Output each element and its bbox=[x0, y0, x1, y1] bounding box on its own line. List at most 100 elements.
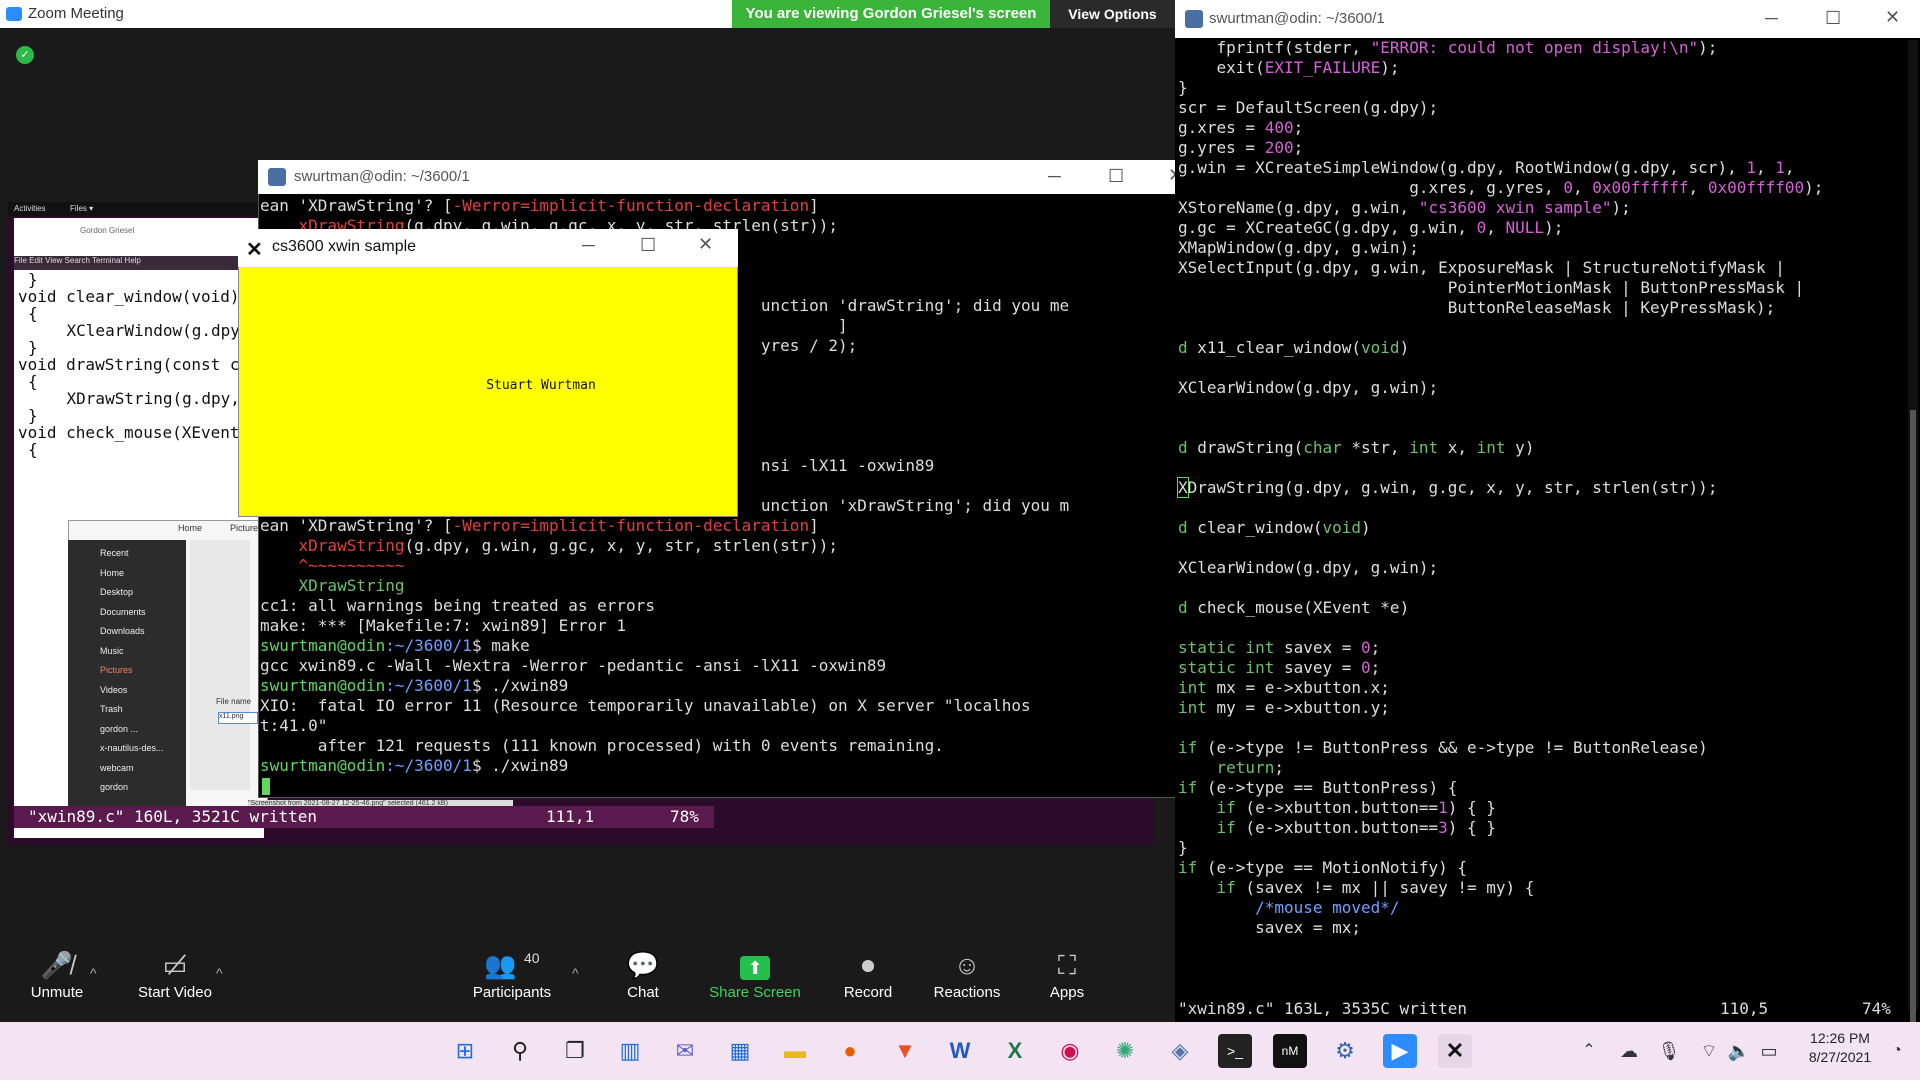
participants-icon: 👥 bbox=[484, 950, 517, 980]
excel-icon[interactable]: X bbox=[998, 1034, 1032, 1068]
nautilus-sidebar-item: Desktop bbox=[100, 587, 134, 597]
terminal1-line: XDrawString bbox=[260, 576, 405, 595]
terminal1-line: gcc xwin89.c -Wall -Wextra -Werror -peda… bbox=[260, 656, 886, 675]
viewing-banner: You are viewing Gordon Griesel's screen bbox=[732, 0, 1050, 28]
chevron-up-icon[interactable]: ⌃ bbox=[1572, 1034, 1606, 1068]
terminal-taskbar-icon[interactable]: >_ bbox=[1218, 1034, 1252, 1068]
prompt-user: swurtman@odin bbox=[260, 636, 386, 655]
word-icon[interactable]: W bbox=[943, 1034, 977, 1068]
start-video-label: Start Video bbox=[138, 984, 212, 1001]
x-server-taskbar-icon[interactable]: ✕ bbox=[1438, 1034, 1472, 1068]
line-text: cc1: all warnings being treated as error… bbox=[260, 596, 655, 615]
widgets-icon[interactable]: ▥ bbox=[613, 1034, 647, 1068]
line-text: XIO: fatal IO error 11 (Resource tempora… bbox=[260, 696, 1031, 715]
close-icon[interactable]: ✕ bbox=[1885, 7, 1900, 28]
reactions-button[interactable]: ☺ Reactions bbox=[930, 950, 1004, 1001]
line-text: make: *** [Makefile:7: xwin89] Error 1 bbox=[260, 616, 627, 635]
store-icon[interactable]: ▦ bbox=[723, 1034, 757, 1068]
shared-vim-pct: 78% bbox=[670, 807, 699, 826]
ubuntu-topbar: Activities Files ▾ bbox=[8, 202, 268, 216]
shared-vim-pos: 111,1 bbox=[546, 807, 595, 826]
reactions-icon: ☺ bbox=[953, 950, 981, 980]
file-name-field: x11.png bbox=[218, 712, 258, 724]
xwin-title: cs3600 xwin sample bbox=[272, 238, 417, 255]
start-video-button[interactable]: ▭̸ Start Video bbox=[130, 950, 220, 1001]
zoom-taskbar-icon[interactable]: ▶ bbox=[1383, 1034, 1417, 1068]
terminal2-titlebar: swurtman@odin: ~/3600/1 ─ ☐ ✕ bbox=[1175, 0, 1920, 38]
security-shield-icon[interactable]: ✓ bbox=[16, 46, 34, 64]
file-explorer-icon[interactable]: ▬ bbox=[778, 1034, 812, 1068]
xwin-titlebar: ✕ cs3600 xwin sample ─ ☐ ✕ bbox=[238, 229, 738, 267]
activities-label: Activities bbox=[14, 204, 46, 213]
clock-time: 12:26 PM bbox=[1810, 1030, 1870, 1046]
apps-label: Apps bbox=[1049, 984, 1085, 1001]
line-text: gcc xwin89.c -Wall -Wextra -Werror -peda… bbox=[260, 656, 887, 675]
nautilus-sidebar-item: Downloads bbox=[100, 626, 145, 636]
vim-position: 110,5 bbox=[1720, 999, 1769, 1018]
microphone-icon[interactable]: 🎙 bbox=[1652, 1034, 1686, 1068]
line-text: ] bbox=[837, 316, 848, 335]
shared-code-line: void drawString(const ch bbox=[18, 355, 250, 374]
firefox-icon[interactable]: ● bbox=[833, 1034, 867, 1068]
close-icon[interactable]: ✕ bbox=[698, 234, 713, 255]
app-red-icon[interactable]: ◉ bbox=[1053, 1034, 1087, 1068]
x-app-icon: ✕ bbox=[246, 239, 263, 261]
atom-icon[interactable]: ✺ bbox=[1108, 1034, 1142, 1068]
battery-icon[interactable]: ▭ bbox=[1752, 1034, 1786, 1068]
shared-code-line: void check_mouse(XEvent bbox=[18, 423, 240, 442]
terminal1-line: swurtman@odin:~/3600/1$ ./xwin89 bbox=[260, 676, 568, 695]
chat-button[interactable]: 💬 Chat bbox=[618, 950, 668, 1001]
onedrive-icon[interactable]: ☁ bbox=[1612, 1034, 1646, 1068]
terminal1-line: ^~~~~~~~~~~ bbox=[260, 556, 405, 575]
terminal1-line: swurtman@odin:~/3600/1$ make bbox=[260, 636, 530, 655]
unmute-options-chevron-icon[interactable]: ^ bbox=[90, 965, 97, 981]
apps-icon: ⛶ bbox=[1057, 950, 1077, 980]
maximize-icon[interactable]: ☐ bbox=[640, 235, 656, 256]
share-screen-button[interactable]: ⬆ Share Screen bbox=[705, 950, 805, 1001]
terminal1-line: ean 'XDrawString'? [-Werror=implicit-fun… bbox=[260, 516, 819, 535]
app-nm-icon[interactable]: nM bbox=[1273, 1034, 1307, 1068]
terminal1-line: t:41.0" bbox=[260, 716, 327, 735]
error-text: -Werror=implicit-function-declaration bbox=[452, 196, 810, 215]
putty-icon[interactable]: ⚙ bbox=[1328, 1034, 1362, 1068]
share-screen-icon-wrap: ⬆ bbox=[705, 950, 805, 984]
shared-vim-status: "xwin89.c" 160L, 3521C written 111,1 78% bbox=[14, 806, 714, 828]
apps-button[interactable]: ⛶ Apps bbox=[1040, 950, 1094, 1001]
terminal1-cursor bbox=[262, 778, 270, 795]
minimize-icon[interactable]: ─ bbox=[1048, 166, 1061, 187]
microphone-muted-icon: 🎤̸ bbox=[40, 950, 74, 980]
view-options-button[interactable]: View Options bbox=[1050, 0, 1175, 28]
wifi-icon[interactable]: ⌔ bbox=[1692, 1034, 1726, 1068]
prompt-user: swurtman@odin bbox=[260, 756, 386, 775]
notification-icon[interactable]: ◔ bbox=[1880, 1034, 1914, 1068]
terminal1-titlebar: swurtman@odin: ~/3600/1 ─ ☐ ✕ bbox=[258, 160, 1203, 194]
teams-chat-icon[interactable]: ✉ bbox=[668, 1034, 702, 1068]
minimize-icon[interactable]: ─ bbox=[582, 235, 595, 256]
reactions-label: Reactions bbox=[933, 984, 1001, 1001]
terminal2-scrollbar[interactable] bbox=[1908, 40, 1918, 1050]
record-button[interactable]: ⏺ Record bbox=[838, 950, 898, 1001]
xwin-text: Stuart Wurtman bbox=[486, 378, 596, 393]
nautilus-sidebar-item: Home bbox=[100, 567, 125, 578]
search-icon[interactable]: ⚲ bbox=[503, 1034, 537, 1068]
vim-message: "xwin89.c" 163L, 3535C written bbox=[1178, 999, 1467, 1018]
clock[interactable]: 12:26 PM 8/27/2021 bbox=[1795, 1029, 1885, 1067]
maximize-icon[interactable]: ☐ bbox=[1825, 8, 1841, 29]
app-tool-icon[interactable]: ◈ bbox=[1163, 1034, 1197, 1068]
participants-chevron-icon[interactable]: ^ bbox=[572, 965, 579, 981]
line-text: (g.dpy, g.win, g.gc, x, y, str, strlen(s… bbox=[404, 536, 838, 555]
video-options-chevron-icon[interactable]: ^ bbox=[216, 965, 223, 981]
prompt-path: :~/3600/1 bbox=[385, 636, 472, 655]
task-view-icon[interactable]: ❐ bbox=[558, 1034, 592, 1068]
unmute-button[interactable]: 🎤̸ Unmute bbox=[22, 950, 92, 1001]
prompt-path: :~/3600/1 bbox=[385, 756, 472, 775]
volume-icon[interactable]: 🔈 bbox=[1722, 1034, 1756, 1068]
maximize-icon[interactable]: ☐ bbox=[1108, 166, 1124, 187]
nautilus-sidebar-item: Videos bbox=[100, 684, 128, 695]
minimize-icon[interactable]: ─ bbox=[1765, 8, 1778, 29]
brave-icon[interactable]: ▼ bbox=[888, 1034, 922, 1068]
start-icon[interactable]: ⊞ bbox=[448, 1034, 482, 1068]
nautilus-sidebar-item: Trash bbox=[100, 704, 123, 714]
nautilus-home: Home bbox=[178, 523, 203, 533]
participants-button[interactable]: 👥 40 Participants bbox=[470, 950, 554, 1001]
